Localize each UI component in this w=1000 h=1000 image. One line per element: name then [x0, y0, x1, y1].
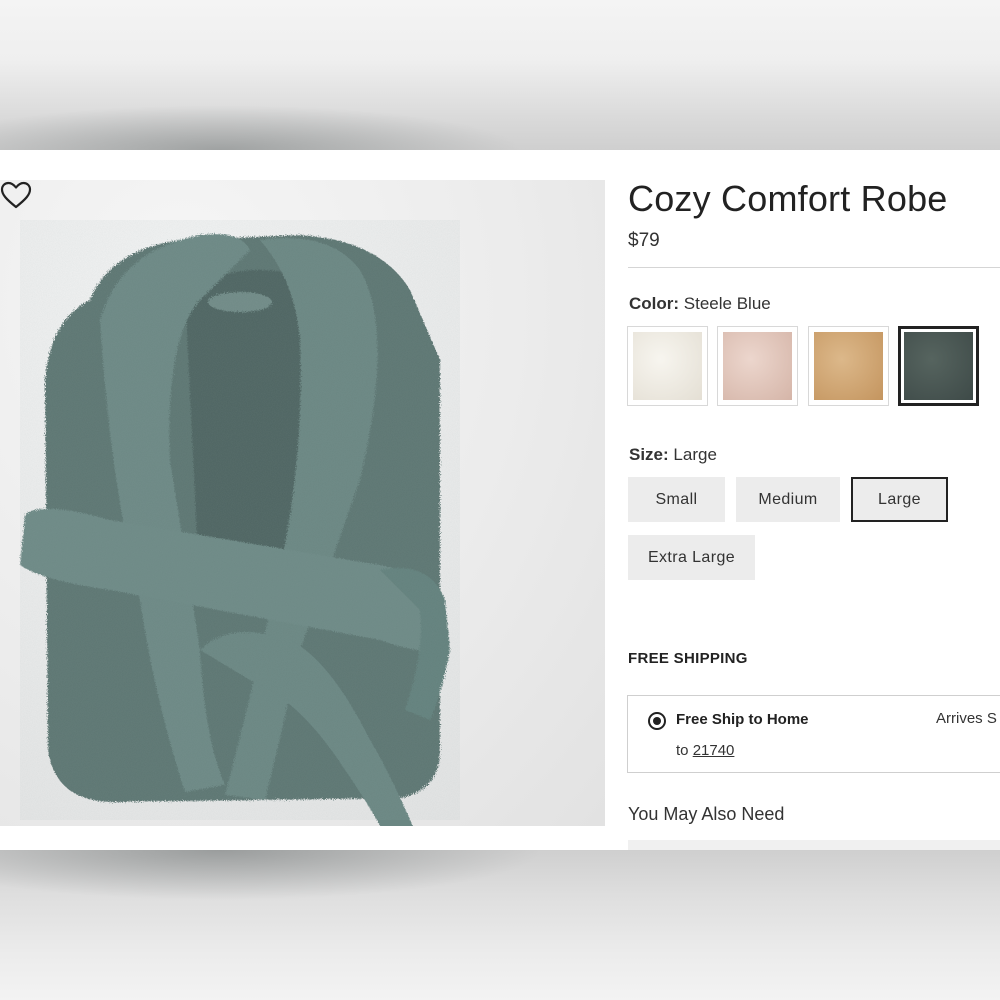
- size-label-row: Size: Large: [629, 445, 717, 465]
- ship-to-home-radio[interactable]: [648, 712, 666, 730]
- size-label: Size:: [629, 445, 669, 464]
- color-swatch-camel[interactable]: [808, 326, 889, 406]
- size-extra-large-button[interactable]: Extra Large: [628, 535, 755, 580]
- size-selected-value: Large: [673, 445, 717, 464]
- ship-to-prefix: to: [676, 742, 689, 759]
- product-image: [0, 180, 605, 826]
- background-blur-bottom: [0, 850, 1000, 1000]
- size-medium-button[interactable]: Medium: [736, 477, 840, 522]
- color-swatch-steele-blue[interactable]: [898, 326, 979, 406]
- product-title: Cozy Comfort Robe: [628, 178, 948, 219]
- ship-to-zip-row: to 21740: [676, 742, 734, 759]
- product-page: Cozy Comfort Robe $79 Color: Steele Blue…: [0, 150, 1000, 850]
- recommendations-heading: You May Also Need: [628, 804, 785, 824]
- background-blur-top: [0, 0, 1000, 150]
- ship-to-home-label: Free Ship to Home: [676, 711, 809, 728]
- color-swatch-ivory[interactable]: [627, 326, 708, 406]
- size-small-button[interactable]: Small: [628, 477, 725, 522]
- swatch-fill: [904, 332, 973, 400]
- color-label-row: Color: Steele Blue: [629, 294, 771, 314]
- swatch-fill: [723, 332, 792, 400]
- zip-code-link[interactable]: 21740: [693, 742, 735, 759]
- color-label: Color:: [629, 294, 680, 313]
- recommendations-strip: [628, 840, 1000, 850]
- size-large-button[interactable]: Large: [851, 477, 948, 522]
- shipping-heading: FREE SHIPPING: [628, 650, 748, 667]
- arrival-estimate: Arrives S: [936, 710, 997, 727]
- color-swatch-blush[interactable]: [717, 326, 798, 406]
- heart-icon[interactable]: [0, 180, 32, 210]
- swatch-fill: [633, 332, 702, 400]
- product-price: $79: [628, 230, 660, 251]
- swatch-fill: [814, 332, 883, 400]
- color-selected-value: Steele Blue: [683, 294, 771, 313]
- robe-illustration: [20, 220, 460, 826]
- shipping-option-card[interactable]: Free Ship to Home to 21740 Arrives S: [627, 695, 1000, 773]
- divider: [628, 267, 1000, 268]
